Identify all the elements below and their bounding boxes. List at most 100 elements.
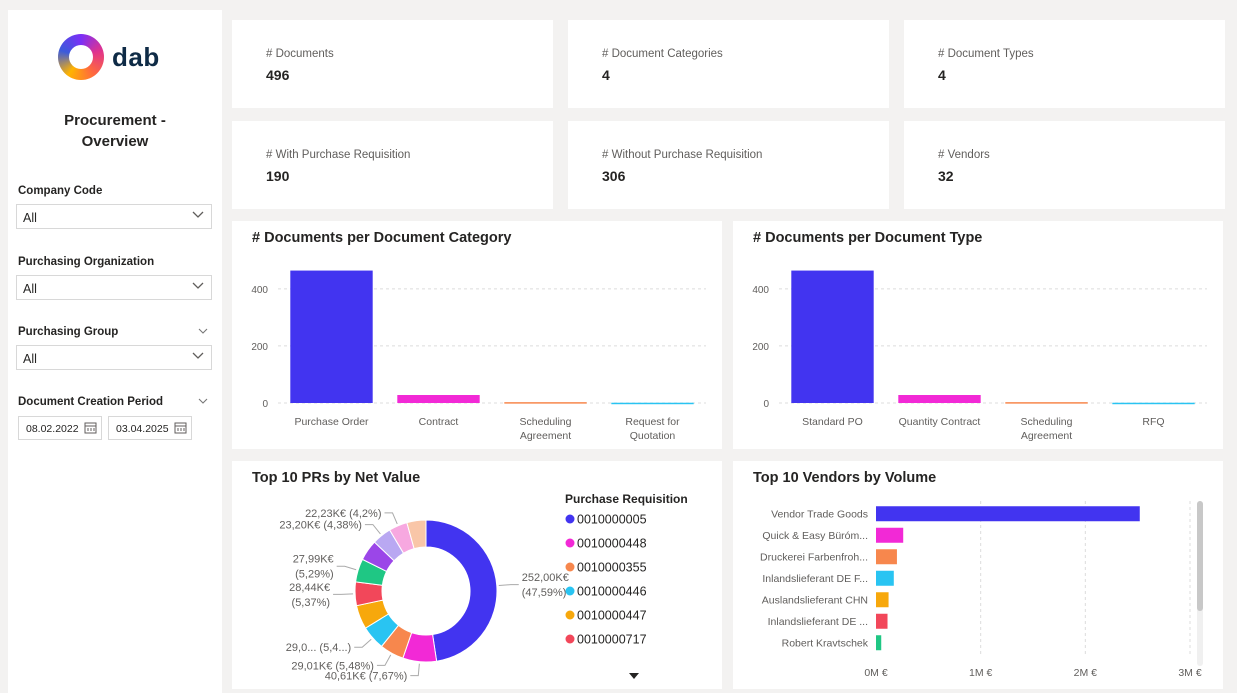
legend-marker [565,634,575,644]
page-title: Procurement - Overview [8,110,222,152]
collapse-chevron-icon[interactable] [198,396,208,406]
y-tick-label: Druckerei Farbenfroh... [760,551,868,563]
calendar-icon[interactable] [174,421,187,434]
y-tick-label: Quick & Easy Büróm... [762,530,868,542]
x-tick-label: RFQ [1142,416,1164,428]
kpi-value: 4 [938,67,946,83]
data-label: (5,29%) [295,569,334,581]
bar [791,270,874,403]
purchasing-group-dropdown[interactable]: All [16,345,212,370]
purchasing-group-label: Purchasing Group [18,326,119,338]
x-tick-label: Standard PO [802,416,863,428]
kpi-label: # Vendors [938,149,990,161]
bar [290,270,373,403]
x-tick-label: 2M € [1074,667,1098,679]
data-label: 23,20K€ (4,38%) [279,520,362,532]
documents-per-category-card[interactable]: # Documents per Document Category 0 200 40… [232,221,722,449]
kpi-label: # Document Categories [602,48,723,60]
documents-per-category-chart[interactable]: 0 200 400 Purchase Order Contract Scheduling A… [232,221,722,449]
top-prs-donut-chart[interactable]: 252,00K€ (47,59%) 40,61K€ (7,67%)29,01K€ (… [232,461,722,689]
logo-ring-icon [58,34,104,80]
legend-marker [565,610,575,620]
date-from-value: 08.02.2022 [26,423,79,435]
kpi-value: 32 [938,168,954,184]
data-label: 40,61K€ (7,67%) [325,671,408,683]
y-tick-label: 400 [752,285,769,296]
data-label: (5,37%) [292,597,331,609]
documents-per-type-card[interactable]: # Documents per Document Type 0 200 400 Sta… [733,221,1223,449]
top-prs-card[interactable]: Top 10 PRs by Net Value 252,00K€ (47,59%)… [232,461,722,689]
document-creation-period-label: Document Creation Period [18,396,164,408]
company-code-dropdown[interactable]: All [16,204,212,229]
bar [876,549,897,565]
legend-title: Purchase Requisition [565,492,688,506]
y-tick-label: Inlandslieferant DE F... [762,573,868,585]
top-vendors-bar-chart[interactable]: 0M € 1M € 2M € 3M € Vendor Trade Goods Quick … [733,461,1223,689]
kpi-document-categories-card[interactable]: # Document Categories 4 [568,20,889,108]
company-code-label: Company Code [18,185,103,197]
bar [876,570,894,586]
kpi-vendors-card[interactable]: # Vendors 32 [904,121,1225,209]
y-tick-label: 400 [251,285,268,296]
bar [397,395,480,403]
bar [876,506,1140,522]
leader-line [336,565,357,571]
kpi-value: 4 [602,67,610,83]
calendar-icon[interactable] [84,421,97,434]
bar [876,613,888,629]
data-label: 252,00K€ [522,572,569,584]
x-tick-label: 1M € [969,667,993,679]
kpi-document-types-card[interactable]: # Document Types 4 [904,20,1225,108]
chevron-down-icon [192,282,204,289]
page-title-line1: Procurement - [64,112,166,129]
leader-line [384,512,398,525]
legend-marker [565,514,575,524]
legend-item: 0010000717 [577,633,647,647]
bar [876,527,904,543]
kpi-with-pr-card[interactable]: # With Purchase Requisition 190 [232,121,553,209]
kpi-label: # Documents [266,48,334,60]
y-tick-label: 200 [752,342,769,353]
date-to-input[interactable]: 03.04.2025 [108,416,192,440]
x-tick-label: Agreement [520,430,571,442]
bar [876,592,889,608]
x-tick-label: Agreement [1021,430,1072,442]
y-tick-label: Auslandslieferant CHN [762,594,868,606]
page-title-line2: Overview [81,133,149,150]
legend-marker [565,562,575,572]
x-tick-label: Quotation [630,430,676,442]
legend-marker [565,538,575,548]
y-tick-label: 0 [763,399,769,410]
scrollbar-thumb[interactable] [1197,501,1203,611]
legend-marker [565,586,575,596]
chevron-down-icon [192,211,204,218]
kpi-value: 496 [266,67,290,83]
bar [876,635,882,651]
leader-line [498,584,519,587]
date-to-value: 03.04.2025 [116,423,169,435]
collapse-chevron-icon[interactable] [198,326,208,336]
legend-item: 0010000355 [577,561,647,575]
kpi-label: # Without Purchase Requisition [602,149,763,161]
kpi-label: # With Purchase Requisition [266,149,411,161]
legend-scroll-down-icon[interactable] [629,673,639,679]
x-tick-label: 0M € [864,667,888,679]
kpi-documents-card[interactable]: # Documents 496 [232,20,553,108]
data-label: 29,01K€ (5,48%) [291,660,374,672]
x-tick-label: 3M € [1178,667,1202,679]
x-tick-label: Request for [625,416,680,428]
purchasing-organization-value: All [23,282,37,296]
logo-text: dab [112,41,160,72]
top-vendors-card[interactable]: Top 10 Vendors by Volume 0M €1M €2M €3M … [733,461,1223,689]
date-from-input[interactable]: 08.02.2022 [18,416,102,440]
data-label: 27,99K€ [293,554,334,566]
data-label: 29,0... (5,4...) [286,642,351,654]
y-tick-label: Robert Kravtschek [782,637,869,649]
data-label: (47,59%) [522,587,567,599]
purchasing-organization-dropdown[interactable]: All [16,275,212,300]
legend-item: 0010000447 [577,609,647,623]
x-tick-label: Contract [419,416,459,428]
documents-per-type-chart[interactable]: 0 200 400 Standard PO Quantity Contract Sched… [733,221,1223,449]
leader-line [364,524,381,535]
kpi-without-pr-card[interactable]: # Without Purchase Requisition 306 [568,121,889,209]
